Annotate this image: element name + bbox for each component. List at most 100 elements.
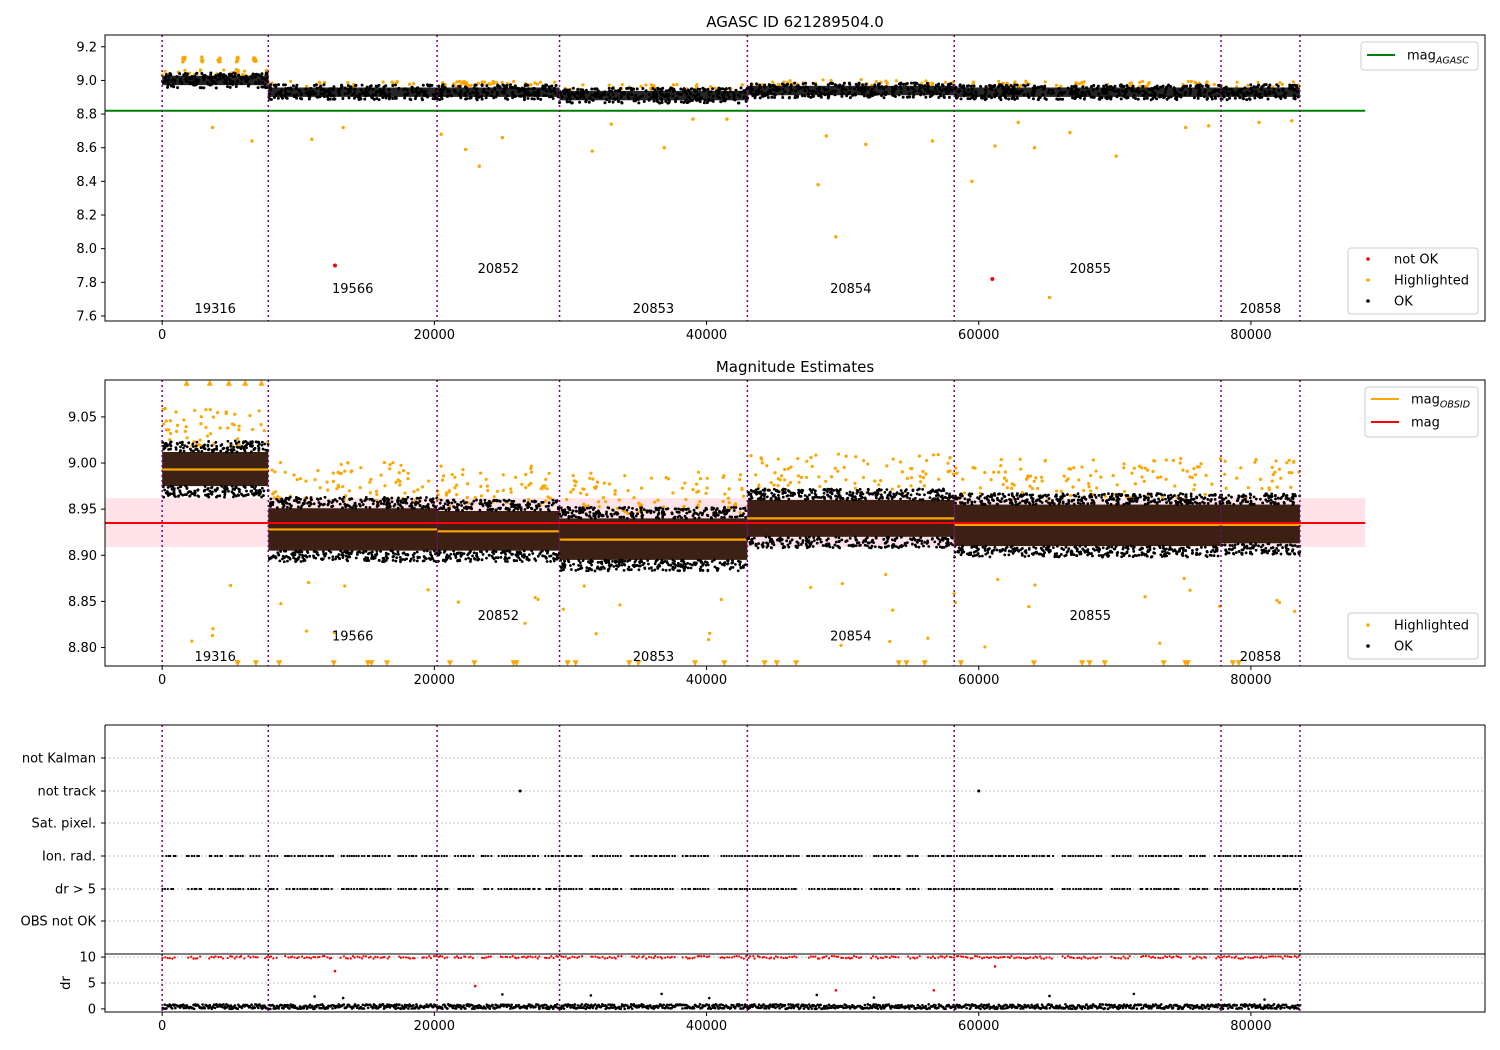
ok-point (1108, 96, 1112, 100)
highlighted-point (829, 78, 833, 83)
ok-point (414, 500, 418, 504)
highlighted-point (585, 493, 589, 497)
ok-point (176, 442, 179, 446)
ok-point (299, 92, 303, 96)
highlighted-point (760, 461, 764, 465)
ok-point (633, 560, 637, 564)
highlighted-point (1122, 462, 1126, 466)
ok-point (566, 511, 570, 514)
ok-point (881, 92, 885, 96)
ok-point (688, 92, 692, 96)
highlighted-point (783, 467, 787, 472)
ok-point (664, 507, 668, 511)
ok-point (866, 94, 870, 98)
ok-point (1259, 87, 1263, 91)
highlighted-point (369, 477, 373, 481)
ok-point (1072, 85, 1076, 89)
ok-point (658, 91, 662, 95)
ok-point (672, 516, 676, 520)
highlighted-point (204, 425, 208, 430)
ok-point (269, 501, 273, 504)
highlighted-point (198, 438, 202, 442)
ok-point (399, 500, 403, 504)
ok-point (425, 496, 428, 499)
ok-point (530, 549, 534, 553)
highlighted-point (232, 423, 236, 427)
ok-point (676, 569, 680, 573)
ok-point (873, 545, 877, 549)
ok-point (439, 94, 443, 98)
ok-point (914, 545, 918, 549)
ok-point (384, 84, 388, 88)
ok-point (478, 502, 482, 506)
ok-point (930, 537, 934, 541)
ok-point (303, 498, 307, 502)
ok-point (984, 89, 988, 93)
ok-point (278, 91, 282, 95)
ok-point (192, 449, 195, 453)
ok-point (599, 96, 603, 100)
ok-point (1249, 83, 1253, 87)
highlighted-point (1040, 479, 1044, 483)
ok-point (1179, 93, 1183, 97)
ok-point (223, 490, 227, 494)
highlighted-point (310, 137, 314, 142)
ok-point (370, 557, 373, 560)
legend-label: OK (1394, 295, 1413, 310)
ok-point (323, 502, 326, 506)
ok-point (607, 564, 611, 567)
ok-point (686, 100, 690, 104)
highlighted-point (824, 479, 828, 483)
ok-point (357, 98, 361, 102)
ok-point (671, 558, 675, 562)
ok-point (250, 489, 254, 493)
ok-point (554, 499, 558, 503)
highlighted-point (1183, 125, 1188, 130)
ok-point (1052, 91, 1056, 95)
ok-point (365, 85, 369, 89)
ok-point (894, 85, 898, 89)
ok-point (741, 507, 745, 510)
highlighted-point (617, 498, 621, 502)
ok-point (309, 502, 313, 506)
ok-point (394, 83, 398, 87)
ok-point (755, 491, 759, 494)
ok-point (448, 507, 451, 511)
ok-point (218, 77, 222, 81)
highlighted-point (738, 477, 742, 482)
ok-point (211, 490, 214, 494)
ok-point (1157, 497, 1160, 501)
ok-point (522, 90, 526, 94)
ok-point (682, 569, 686, 572)
ok-point (1228, 96, 1232, 100)
ok-point (859, 543, 862, 547)
highlighted-point (1068, 467, 1073, 471)
ok-point (662, 512, 666, 515)
ok-point (226, 76, 230, 80)
ok-point (734, 88, 738, 92)
ok-point (803, 94, 807, 98)
ok-point (692, 508, 696, 512)
ok-point (606, 569, 610, 573)
highlighted-point (398, 483, 402, 487)
ok-point (1090, 498, 1094, 502)
ok-point (182, 449, 186, 453)
figure: AGASC ID 621289504.0 Magnitude Estimates… (0, 0, 1500, 1050)
highlighted-point (884, 79, 888, 83)
ok-point (212, 448, 216, 452)
ok-point (770, 546, 773, 550)
ok-point (340, 83, 344, 87)
ok-point (937, 488, 941, 492)
highlighted-point (999, 463, 1003, 468)
highlighted-point (237, 424, 241, 428)
highlighted-point (228, 583, 233, 588)
highlighted-point (993, 144, 997, 148)
highlighted-point (484, 477, 488, 482)
highlighted-point (824, 134, 829, 138)
ok-point (587, 100, 591, 104)
ok-point (267, 92, 271, 96)
ok-point (1015, 83, 1019, 87)
ok-point (758, 96, 762, 100)
highlighted-point (318, 81, 322, 86)
ok-point (367, 559, 371, 562)
